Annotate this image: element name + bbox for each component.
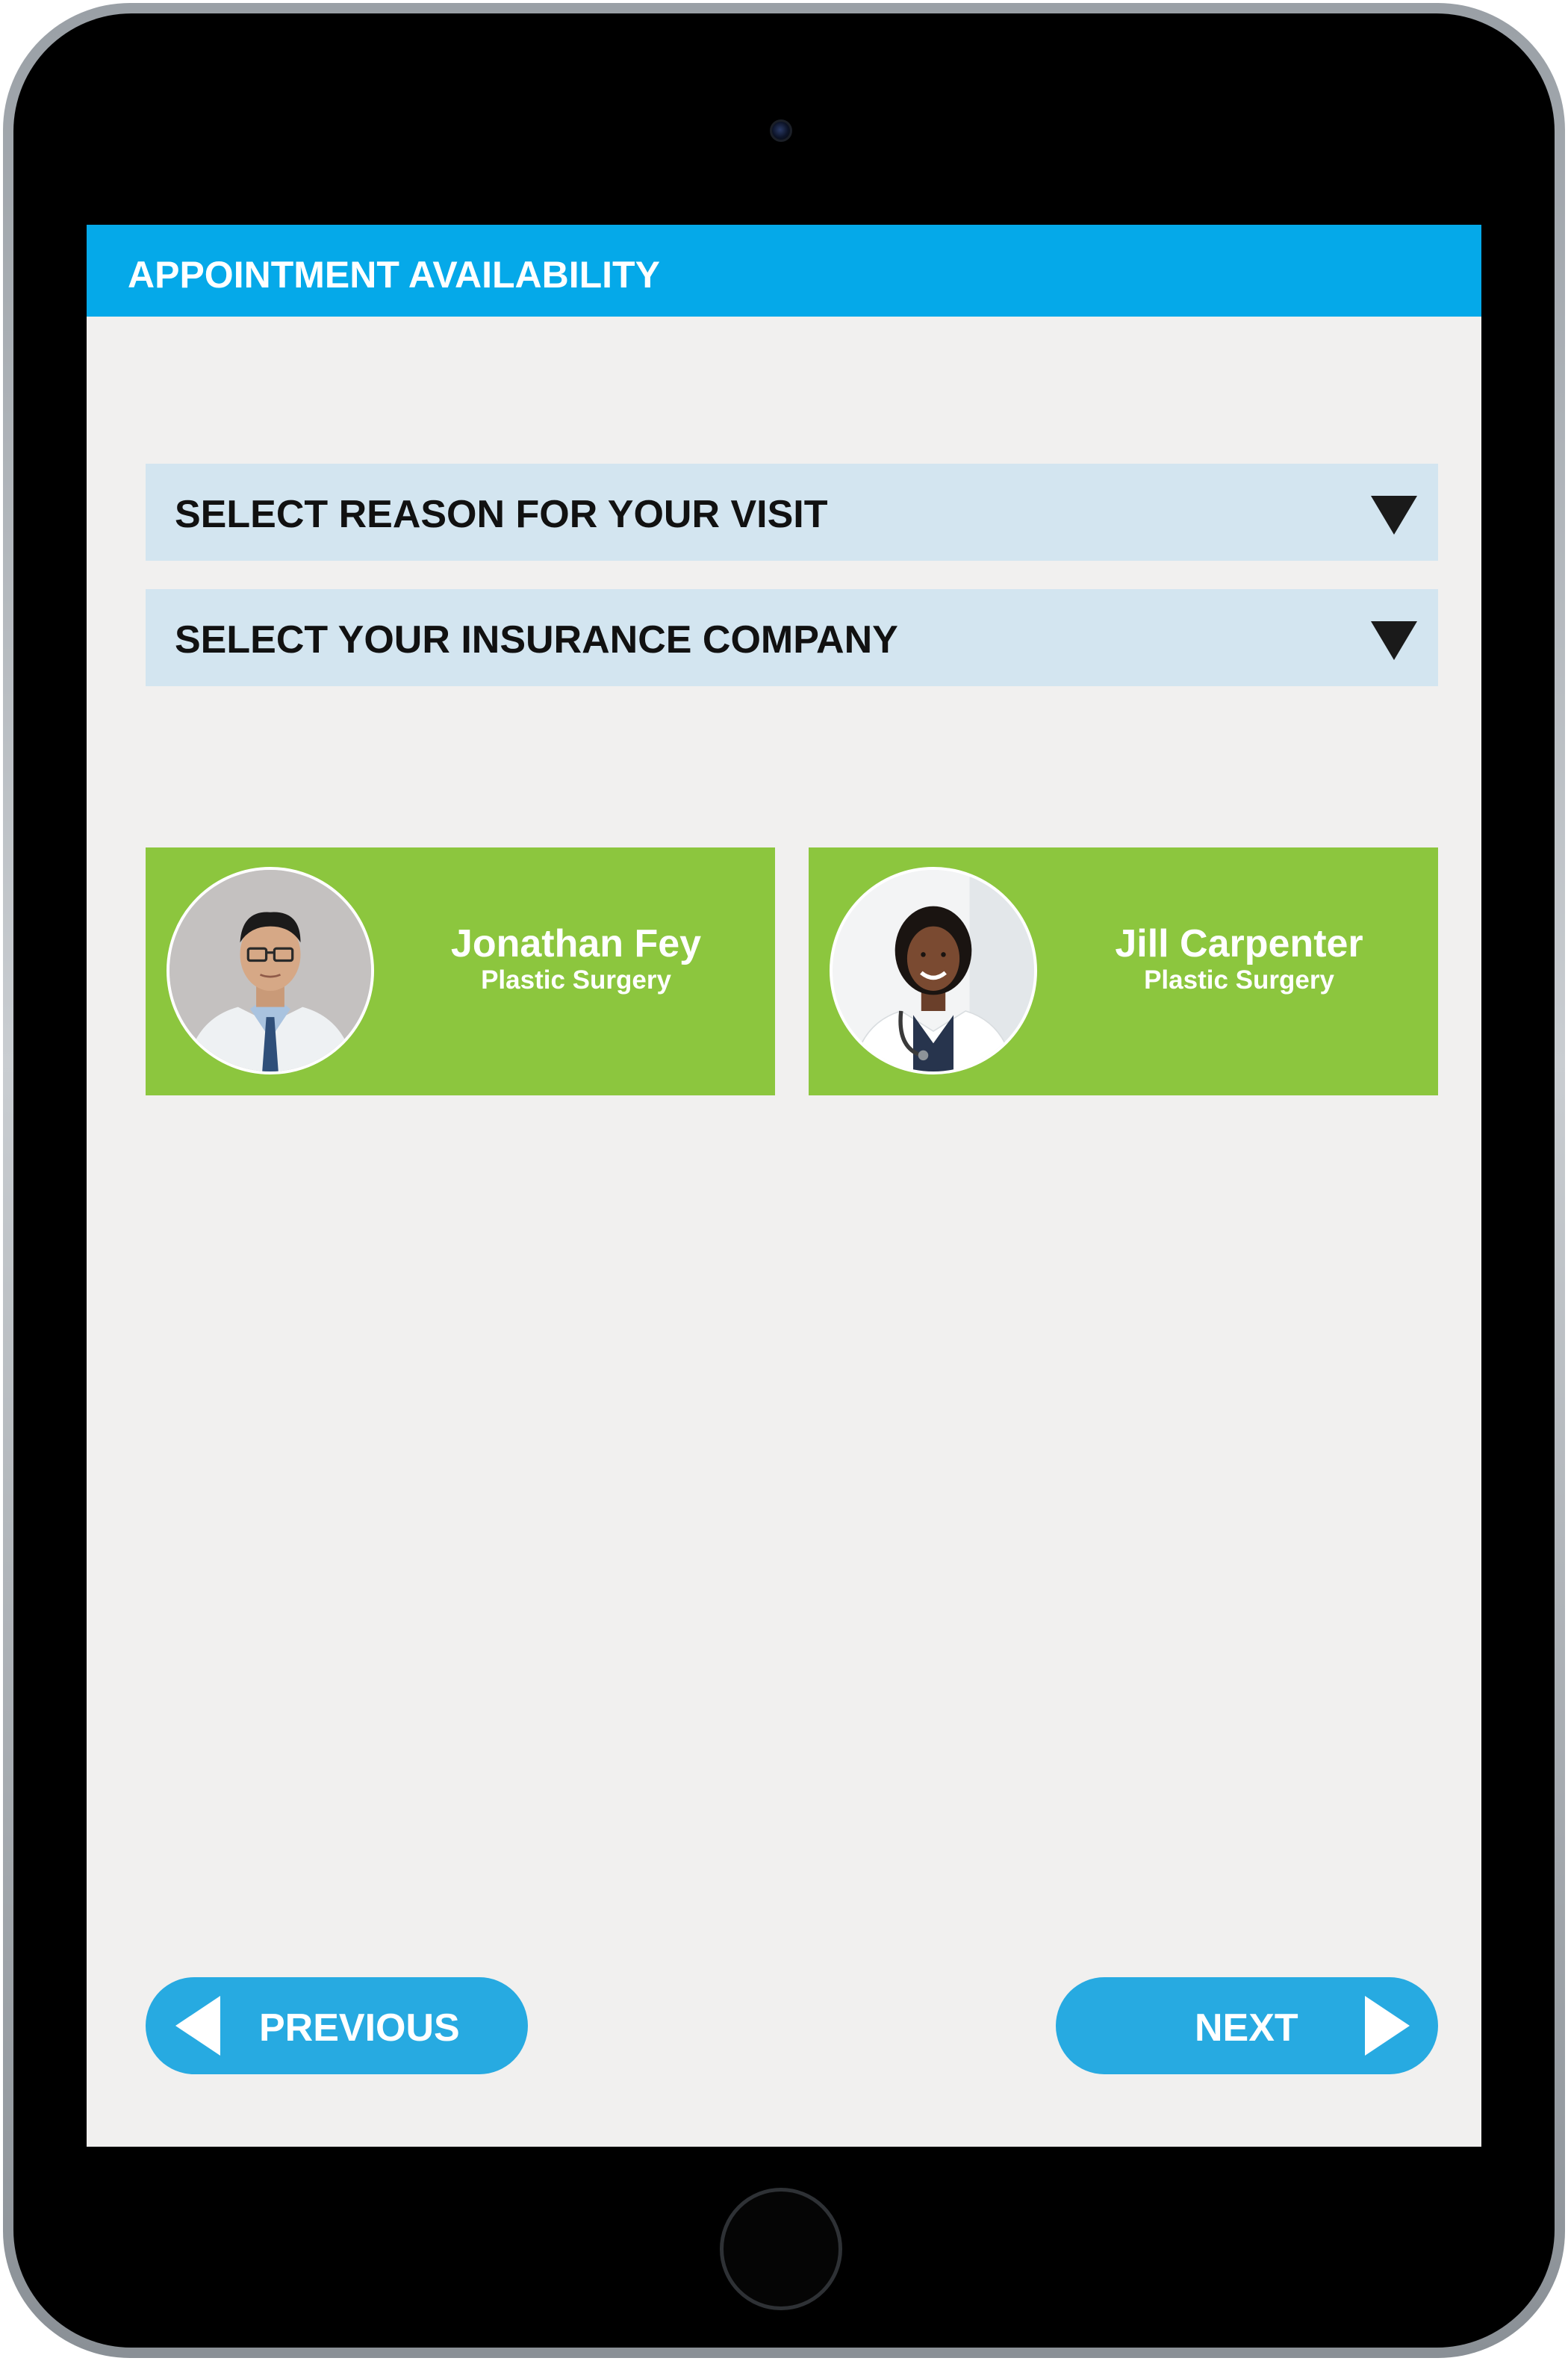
caret-down-icon: [1371, 621, 1417, 660]
header-bar: APPOINTMENT AVAILABILITY: [87, 225, 1481, 317]
doctor-specialty: Plastic Surgery: [481, 965, 671, 995]
arrow-left-icon: [175, 1996, 220, 2056]
next-button[interactable]: NEXT: [1056, 1977, 1438, 2074]
caret-down-icon: [1371, 496, 1417, 535]
previous-button-label: PREVIOUS: [259, 2006, 460, 2050]
app-screen: APPOINTMENT AVAILABILITY SELECT REASON F…: [87, 225, 1481, 2147]
doctor-name: Jonathan Fey: [450, 922, 702, 965]
previous-button[interactable]: PREVIOUS: [146, 1977, 528, 2074]
page-title: APPOINTMENT AVAILABILITY: [128, 254, 660, 296]
doctor-avatar: [830, 867, 1037, 1074]
next-button-label: NEXT: [1195, 2006, 1298, 2050]
visit-reason-select[interactable]: SELECT REASON FOR YOUR VISIT: [146, 464, 1438, 561]
visit-reason-label: SELECT REASON FOR YOUR VISIT: [175, 493, 828, 536]
front-camera: [770, 119, 792, 142]
home-button[interactable]: [720, 2188, 842, 2310]
doctor-info: Jill Carpenter Plastic Surgery: [1040, 922, 1438, 995]
doctor-photo-icon: [169, 870, 371, 1071]
doctor-photo-icon: [833, 870, 1034, 1071]
doctor-card-jonathan-fey[interactable]: Jonathan Fey Plastic Surgery: [146, 847, 775, 1095]
arrow-right-icon: [1365, 1996, 1410, 2056]
doctor-name: Jill Carpenter: [1115, 922, 1363, 965]
doctor-specialty: Plastic Surgery: [1144, 965, 1334, 995]
doctor-card-jill-carpenter[interactable]: Jill Carpenter Plastic Surgery: [809, 847, 1438, 1095]
doctor-info: Jonathan Fey Plastic Surgery: [377, 922, 775, 995]
doctor-avatar: [167, 867, 374, 1074]
insurance-company-select[interactable]: SELECT YOUR INSURANCE COMPANY: [146, 589, 1438, 686]
insurance-company-label: SELECT YOUR INSURANCE COMPANY: [175, 618, 898, 662]
